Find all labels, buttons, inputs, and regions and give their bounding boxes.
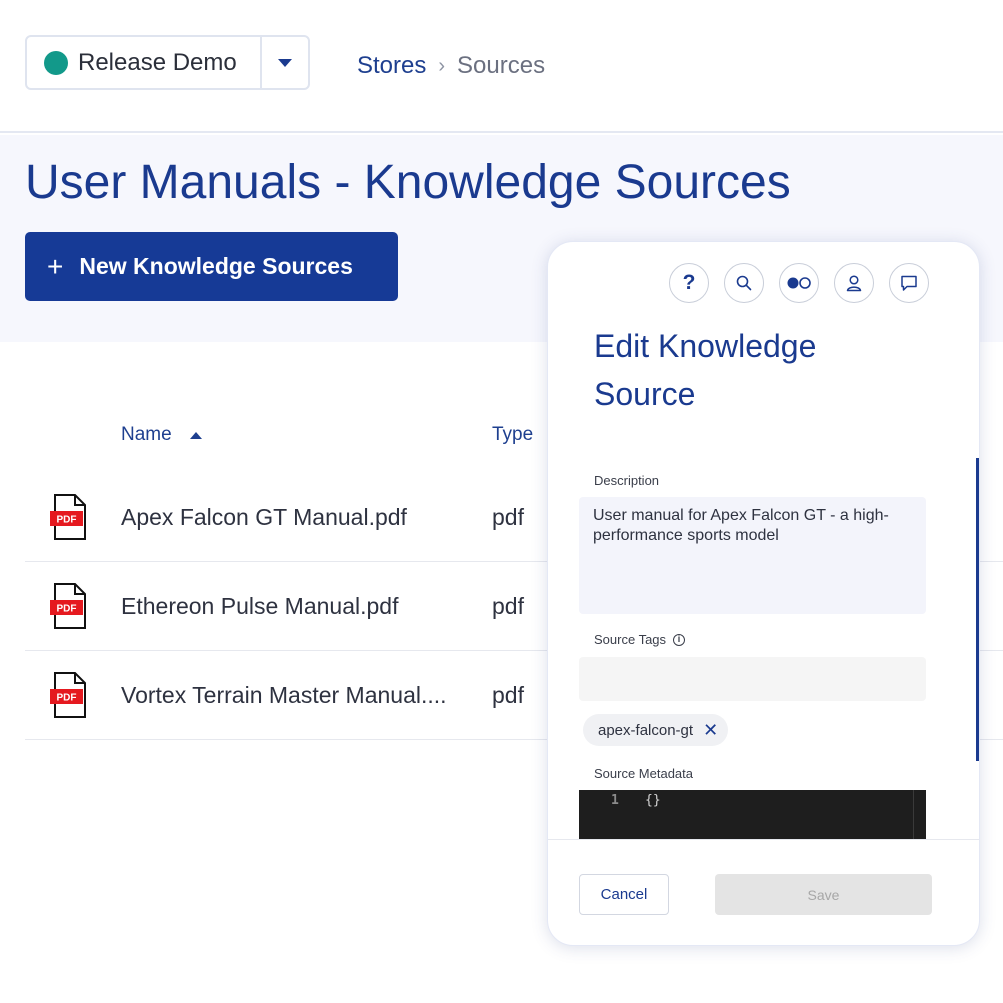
tag-chip-label: apex-falcon-gt — [598, 721, 694, 739]
toggle-button[interactable] — [779, 263, 819, 303]
breadcrumb-separator: › — [438, 54, 446, 77]
panel-footer-divider — [548, 839, 979, 840]
page-title: User Manuals - Knowledge Sources — [25, 156, 791, 209]
page: Release Demo Stores › Sources User Manua… — [0, 0, 1003, 1003]
column-header-name-label: Name — [121, 424, 172, 445]
file-type: pdf — [492, 504, 524, 530]
file-name[interactable]: Apex Falcon GT Manual.pdf — [121, 504, 476, 531]
environment-label: Release Demo — [78, 48, 237, 76]
toggle-icon — [787, 277, 811, 289]
file-name[interactable]: Ethereon Pulse Manual.pdf — [121, 593, 476, 620]
sort-ascending-icon — [189, 431, 202, 439]
user-icon — [846, 275, 862, 292]
cancel-button[interactable]: Cancel — [579, 874, 669, 915]
remove-tag-icon[interactable]: ✕ — [703, 720, 718, 741]
source-tags-input[interactable] — [579, 657, 926, 701]
search-icon — [736, 275, 752, 291]
user-button[interactable] — [834, 263, 874, 303]
search-button[interactable] — [724, 263, 764, 303]
tag-chip: apex-falcon-gt ✕ — [583, 714, 729, 746]
breadcrumb-stores[interactable]: Stores — [357, 52, 426, 80]
source-metadata-label: Source Metadata — [594, 766, 694, 781]
source-tags-label-text: Source Tags — [594, 632, 667, 647]
line-number: 1 — [611, 793, 619, 808]
chevron-down-icon — [278, 58, 292, 67]
plus-icon: + — [47, 250, 64, 282]
editor-guide-line — [913, 790, 914, 840]
panel-toolbar: ? — [669, 263, 944, 303]
save-button[interactable]: Save — [715, 874, 932, 915]
environment-dropdown-button[interactable] — [262, 36, 308, 89]
info-icon[interactable]: i — [673, 633, 686, 646]
chat-button[interactable] — [889, 263, 929, 303]
metadata-code-editor[interactable]: 1 {} — [579, 790, 926, 840]
svg-text:PDF: PDF — [57, 515, 77, 526]
file-type: pdf — [492, 593, 524, 619]
edit-knowledge-source-panel: ? Edit Knowledge Source Description User… — [547, 241, 980, 946]
column-header-type[interactable]: Type — [492, 424, 533, 446]
environment-selector[interactable]: Release Demo — [25, 35, 310, 90]
source-tags-label: Source Tags i — [594, 632, 686, 647]
help-button[interactable]: ? — [669, 263, 709, 303]
breadcrumb: Stores › Sources — [357, 52, 545, 80]
description-textarea[interactable]: User manual for Apex Falcon GT - a high-… — [579, 497, 926, 614]
top-bar: Release Demo Stores › Sources — [0, 0, 1003, 133]
new-knowledge-sources-label: New Knowledge Sources — [79, 253, 353, 279]
column-header-name[interactable]: Name — [121, 424, 202, 446]
panel-scrollbar[interactable] — [976, 458, 979, 761]
pdf-file-icon: PDF — [50, 583, 86, 629]
panel-title: Edit Knowledge Source — [594, 328, 817, 412]
svg-text:PDF: PDF — [57, 693, 77, 704]
description-label: Description — [594, 473, 660, 488]
environment-status-dot — [44, 50, 68, 75]
pdf-file-icon: PDF — [50, 494, 86, 540]
file-name[interactable]: Vortex Terrain Master Manual.... — [121, 682, 476, 709]
pdf-file-icon: PDF — [50, 672, 86, 718]
breadcrumb-sources: Sources — [457, 52, 546, 79]
file-type: pdf — [492, 682, 524, 708]
code-content: {} — [645, 793, 661, 808]
new-knowledge-sources-button[interactable]: + New Knowledge Sources — [25, 232, 398, 301]
help-icon: ? — [682, 271, 696, 294]
svg-text:PDF: PDF — [57, 604, 77, 615]
chat-icon — [901, 275, 917, 291]
